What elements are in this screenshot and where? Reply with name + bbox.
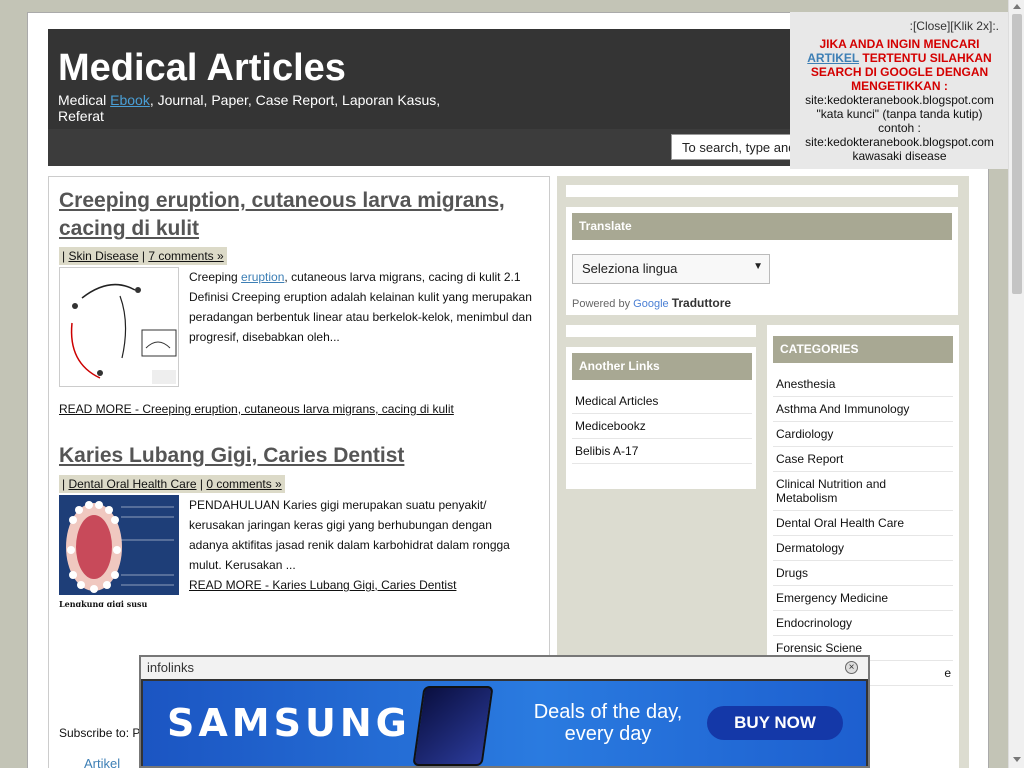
category-dermatology[interactable]: Dermatology	[773, 536, 953, 561]
popup-site: site:kedokteranebook.blogspot.com	[805, 93, 994, 107]
artikel-popup-link[interactable]: ARTIKEL	[807, 51, 859, 65]
ad-tagline: Deals of the day, every day	[533, 701, 683, 745]
larva-lifecycle-image[interactable]	[59, 267, 179, 387]
translate-widget: Translate Seleziona lingua ▼ Powered by …	[566, 207, 958, 315]
link-belibis[interactable]: Belibis A-17	[572, 439, 752, 464]
excerpt-text: PENDAHULUAN Karies gigi merupakan suatu …	[189, 498, 510, 572]
infolinks-ad: infolinks × SAMSUNG Deals of the day, ev…	[139, 655, 870, 768]
post-excerpt: PENDAHULUAN Karies gigi merupakan suatu …	[189, 495, 534, 595]
category-clinical-nutrition[interactable]: Clinical Nutrition and Metabolism	[773, 472, 953, 511]
subscribe-label[interactable]: Subscribe to: P	[59, 726, 140, 740]
link-medicebookz[interactable]: Medicebookz	[572, 414, 752, 439]
scroll-thumb[interactable]	[1012, 14, 1022, 294]
categories-heading: CATEGORIES	[773, 336, 953, 363]
post-meta: | Skin Disease | 7 comments »	[59, 247, 227, 265]
site-title[interactable]: Medical Articles	[58, 47, 346, 90]
category-anesthesia[interactable]: Anesthesia	[773, 372, 953, 397]
meta-separator: |	[62, 477, 66, 491]
popup-kata: "kata kunci" (tanpa tanda kutip)	[816, 107, 983, 121]
category-endocrinology[interactable]: Endocrinology	[773, 611, 953, 636]
translate-heading: Translate	[572, 213, 952, 240]
close-popup-button[interactable]: :[Close][Klik 2x]:.	[790, 19, 1009, 33]
post-title[interactable]: Creeping eruption, cutaneous larva migra…	[59, 187, 505, 243]
desc-prefix: Medical	[58, 92, 111, 108]
samsung-banner[interactable]: SAMSUNG Deals of the day, every day BUY …	[143, 681, 866, 766]
infolinks-logo[interactable]: infolinks	[147, 660, 194, 675]
post-excerpt: Creeping eruption, cutaneous larva migra…	[189, 267, 534, 347]
category-dental[interactable]: Dental Oral Health Care	[773, 511, 953, 536]
traduttore-link[interactable]: Traduttore	[672, 296, 731, 310]
select-value: Seleziona lingua	[582, 261, 678, 276]
empty-widget	[566, 325, 756, 337]
language-select[interactable]: Seleziona lingua ▼	[572, 254, 770, 284]
artikel-link[interactable]: Artikel	[84, 756, 120, 768]
buy-now-button[interactable]: BUY NOW	[707, 706, 843, 740]
categories-list: Anesthesia Asthma And Immunology Cardiol…	[773, 372, 953, 686]
category-case-report[interactable]: Case Report	[773, 447, 953, 472]
eruption-link[interactable]: eruption	[241, 270, 284, 284]
popup-contoh: contoh :	[878, 121, 921, 135]
ebook-link[interactable]: Ebook	[110, 92, 150, 108]
popup-example: site:kedokteranebook.blogspot.com kawasa…	[805, 135, 994, 163]
another-links-heading: Another Links	[572, 353, 752, 380]
category-emergency[interactable]: Emergency Medicine	[773, 586, 953, 611]
vertical-scrollbar[interactable]	[1008, 0, 1024, 768]
chevron-down-icon: ▼	[753, 261, 763, 272]
search-input[interactable]: To search, type and	[671, 134, 801, 160]
post-title-line[interactable]: cacing di kulit	[59, 215, 505, 243]
teeth-diagram-image[interactable]: Lengkung gigi susu	[59, 495, 179, 607]
popup-line: JIKA ANDA INGIN MENCARI	[819, 37, 980, 51]
another-links-widget: Another Links Medical Articles Mediceboo…	[566, 347, 756, 489]
meta-separator: |	[62, 249, 66, 263]
read-more-link[interactable]: READ MORE - Creeping eruption, cutaneous…	[59, 402, 454, 416]
scroll-down-icon[interactable]	[1013, 757, 1021, 762]
popup-instruction: JIKA ANDA INGIN MENCARI ARTIKEL TERTENTU…	[790, 37, 1009, 93]
samsung-logo: SAMSUNG	[167, 701, 411, 745]
another-links-list: Medical Articles Medicebookz Belibis A-1…	[572, 389, 752, 464]
post-title-line[interactable]: Creeping eruption, cutaneous larva migra…	[59, 187, 505, 215]
powered-by: Powered by Google Traduttore	[572, 296, 731, 310]
category-drugs[interactable]: Drugs	[773, 561, 953, 586]
scroll-up-icon[interactable]	[1013, 4, 1021, 9]
comments-link[interactable]: 0 comments »	[206, 477, 281, 491]
post-meta: | Dental Oral Health Care | 0 comments »	[59, 475, 285, 493]
category-link[interactable]: Dental Oral Health Care	[68, 477, 196, 491]
read-more-link[interactable]: READ MORE - Karies Lubang Gigi, Caries D…	[189, 578, 456, 592]
close-icon[interactable]: ×	[845, 661, 858, 674]
powered-label: Powered by	[572, 298, 631, 310]
link-medical-articles[interactable]: Medical Articles	[572, 389, 752, 414]
comments-link[interactable]: 7 comments »	[148, 249, 223, 263]
category-link[interactable]: Skin Disease	[68, 249, 138, 263]
category-cardiology[interactable]: Cardiology	[773, 422, 953, 447]
image-caption: Lengkung gigi susu	[59, 599, 148, 607]
category-asthma[interactable]: Asthma And Immunology	[773, 397, 953, 422]
meta-separator: |	[141, 249, 145, 263]
phone-image	[412, 686, 494, 766]
excerpt-text: Creeping	[189, 270, 242, 284]
site-description: Medical Ebook, Journal, Paper, Case Repo…	[58, 92, 478, 124]
google-logo[interactable]: Google	[633, 298, 668, 310]
meta-separator: |	[199, 477, 203, 491]
ad-topbar: infolinks ×	[141, 657, 868, 679]
search-tip-popup: :[Close][Klik 2x]:. JIKA ANDA INGIN MENC…	[790, 12, 1009, 169]
post-title[interactable]: Karies Lubang Gigi, Caries Dentist	[59, 442, 404, 470]
empty-widget	[566, 185, 958, 197]
